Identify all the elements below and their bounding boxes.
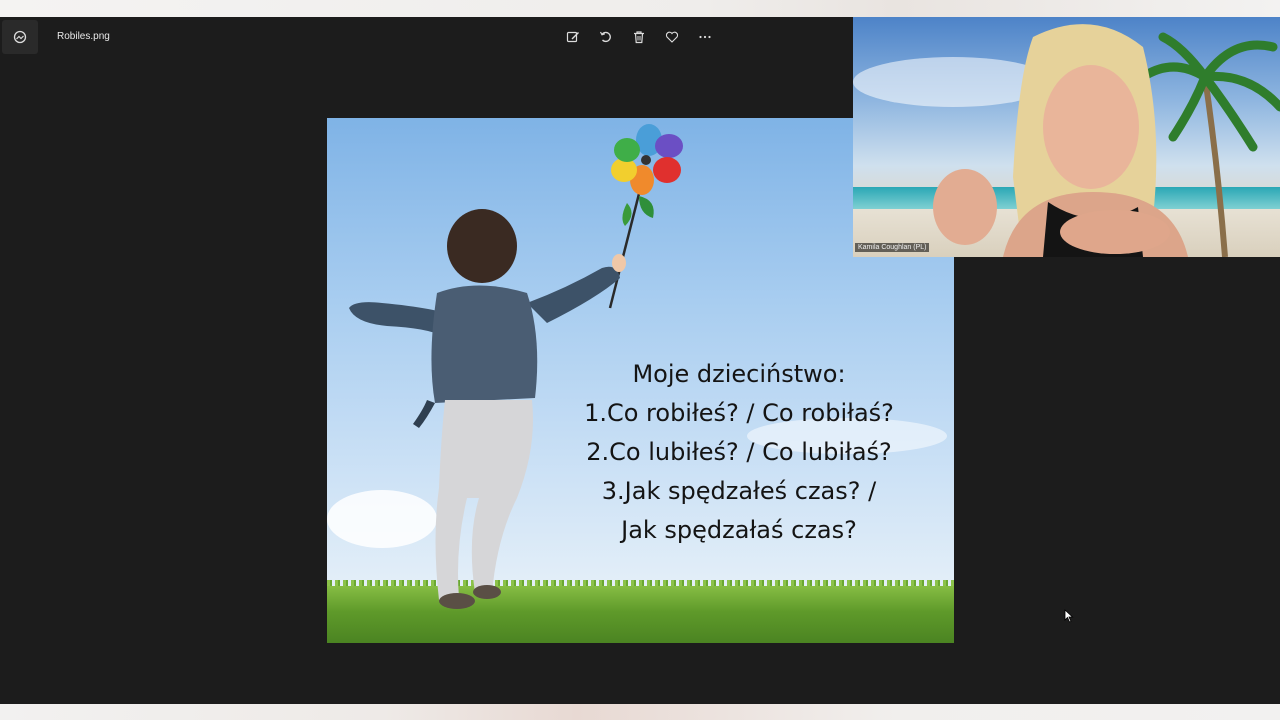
more-options-button[interactable] [694, 26, 716, 48]
slide-question-3: 3.Jak spędzałeś czas? / [601, 477, 877, 505]
edit-image-icon [566, 31, 579, 43]
photo-viewer-window: Robiles.png Moje dzieciństwo: 1.Co robił… [0, 17, 1280, 704]
slide-questions-text: Moje dzieciństwo: 1.Co robiłeś? / Co rob… [557, 355, 921, 550]
participant-name-label: Kamila Coughlan (PL) [855, 243, 930, 252]
edit-image-button[interactable] [562, 26, 584, 48]
mouse-pointer-icon [1064, 609, 1074, 628]
slide-heading: Moje dzieciństwo: [632, 360, 846, 388]
trash-icon [634, 31, 644, 44]
photos-logo-icon [13, 30, 27, 44]
viewer-titlebar: Robiles.png [0, 17, 853, 57]
slide-question-2: 2.Co lubiłeś? / Co lubiłaś? [586, 438, 892, 466]
pinwheel-icon [608, 124, 683, 309]
participant-video: Kamila Coughlan (PL) [853, 17, 1280, 257]
rotate-icon [599, 31, 611, 43]
slide-question-3-continued: Jak spędzałaś czas? [621, 516, 857, 544]
presenter-figure [933, 24, 1188, 257]
more-options-icon [699, 35, 711, 39]
browser-bottom-strip [0, 704, 1280, 720]
video-scene [933, 24, 1280, 257]
heart-icon [665, 31, 679, 43]
rotate-button[interactable] [595, 26, 617, 48]
favorite-button[interactable] [661, 26, 683, 48]
viewer-toolbar [562, 26, 716, 48]
file-name: Robiles.png [57, 31, 110, 42]
browser-top-strip [0, 0, 1280, 17]
photos-app-icon[interactable] [2, 20, 38, 54]
delete-button[interactable] [628, 26, 650, 48]
slide-question-1: 1.Co robiłeś? / Co robiłaś? [584, 399, 894, 427]
